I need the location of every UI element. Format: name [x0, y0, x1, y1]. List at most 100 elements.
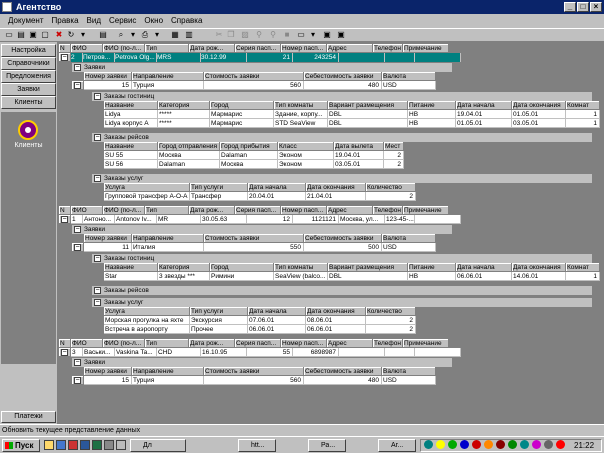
tray-icon-4[interactable] — [472, 440, 481, 449]
client-header-1-0[interactable]: N — [59, 206, 71, 215]
client-cell-2-4[interactable]: 16.10.95 — [201, 348, 247, 357]
menu-item-3[interactable]: Сервис — [105, 14, 140, 28]
hotels-header-1-7[interactable]: Дата окончания — [512, 101, 566, 110]
client-header-2-8[interactable]: Телефон — [373, 339, 403, 348]
client-cell-0-4[interactable]: 30.12.99 — [201, 53, 247, 62]
hotels-row-2-0-1[interactable]: 3 звезды *** — [158, 272, 210, 281]
order-row-2-1[interactable]: Турция — [132, 376, 204, 385]
order-row-1-4[interactable]: USD — [382, 243, 436, 252]
services-header-1-4[interactable]: Количество — [366, 183, 416, 192]
services-row-2-1-4[interactable]: 2 — [366, 325, 416, 334]
hotels-row-2-0-4[interactable]: DBL — [328, 272, 408, 281]
flights-row-1-1-3[interactable]: Эконом — [278, 160, 334, 169]
services-header-1-2[interactable]: Дата начала — [248, 183, 306, 192]
services-header-1-1[interactable]: Тип услуги — [190, 183, 248, 192]
hotels-header-1-5[interactable]: Питание — [408, 101, 456, 110]
menu-item-2[interactable]: Вид — [83, 14, 105, 28]
client-cell-2-8[interactable] — [385, 348, 415, 357]
order-expand-1[interactable]: − — [74, 244, 81, 251]
hotels-row-2-0-7[interactable]: 14.06.01 — [512, 272, 566, 281]
client-expand-0[interactable]: − — [61, 54, 68, 61]
nav-directories[interactable]: Справочники — [1, 57, 56, 70]
flights-row-1-0-2[interactable]: Dalaman — [220, 151, 278, 160]
client-header-2-3[interactable]: Тип — [145, 339, 189, 348]
order-row-1-3[interactable]: 500 — [304, 243, 382, 252]
client-cell-2-5[interactable]: 55 — [247, 348, 293, 357]
order-row-1-0[interactable]: 11 — [84, 243, 132, 252]
order-row-0-3[interactable]: 480 — [304, 81, 382, 90]
client-header-1-5[interactable]: Серия пасп... — [235, 206, 281, 215]
task-folder[interactable]: Дл — [130, 439, 186, 452]
services-row-1-0-3[interactable]: 21.04.01 — [306, 192, 366, 201]
nav-payments[interactable]: Платежи — [1, 411, 56, 423]
client-header-2-9[interactable]: Примечание — [403, 339, 449, 348]
flights-collapse-2[interactable]: − — [94, 287, 101, 294]
window-dropdown-icon[interactable]: ▾ — [308, 30, 318, 40]
order-row-0-4[interactable]: USD — [382, 81, 436, 90]
explorer-icon[interactable] — [44, 440, 54, 450]
services-row-2-0-3[interactable]: 08.06.01 — [306, 316, 366, 325]
client-cell-2-9[interactable] — [415, 348, 461, 357]
desktop-icon[interactable] — [116, 440, 126, 450]
client-cell-0-5[interactable]: 21 — [247, 53, 293, 62]
order-row-0-2[interactable]: 560 — [204, 81, 304, 90]
hotels-row-1-0-5[interactable]: HB — [408, 110, 456, 119]
hotels-row-2-0-6[interactable]: 06.06.01 — [456, 272, 512, 281]
client-header-1-4[interactable]: Дата рож... — [189, 206, 235, 215]
services-row-2-1-0[interactable]: Встреча в аэропорту — [104, 325, 190, 334]
delete-icon[interactable]: ✖ — [54, 30, 64, 40]
order-row-1-1[interactable]: Италия — [132, 243, 204, 252]
hotels-row-2-0-8[interactable]: 1 — [566, 272, 600, 281]
order-header-0-2[interactable]: Стоимость заявки — [204, 72, 304, 81]
client-header-0-9[interactable]: Примечание — [403, 44, 449, 53]
client-cell-1-6[interactable]: 1121121 — [293, 215, 339, 224]
client-header-2-4[interactable]: Дата рож... — [189, 339, 235, 348]
services-row-1-0-4[interactable]: 2 — [366, 192, 416, 201]
excel-icon[interactable] — [92, 440, 102, 450]
order-header-0-3[interactable]: Себестоимость заявки — [304, 72, 382, 81]
services-row-2-0-4[interactable]: 2 — [366, 316, 416, 325]
services-row-2-1-1[interactable]: Прочее — [190, 325, 248, 334]
client-header-1-1[interactable]: ФИО — [71, 206, 103, 215]
hotels-header-2-1[interactable]: Категория — [158, 263, 210, 272]
menu-item-1[interactable]: Правка — [48, 14, 83, 28]
hotels-collapse-1[interactable]: − — [94, 93, 101, 100]
services-header-2-3[interactable]: Дата окончания — [306, 307, 366, 316]
print-icon[interactable]: ⎙ — [140, 30, 150, 40]
services-row-2-0-2[interactable]: 07.06.01 — [248, 316, 306, 325]
client-expand-2[interactable]: − — [61, 349, 68, 356]
hotels-header-2-0[interactable]: Название — [104, 263, 158, 272]
tray-icon-7[interactable] — [508, 440, 517, 449]
menu-item-0[interactable]: Документ — [4, 14, 48, 28]
hotels-header-2-6[interactable]: Дата начала — [456, 263, 512, 272]
hotels-row-1-1-5[interactable]: HB — [408, 119, 456, 128]
master-detail-grid[interactable]: N ФИО ФИО (по-л... Тип Дата рож... Серия пасп… — [57, 42, 604, 424]
client-header-1-9[interactable]: Примечание — [403, 206, 449, 215]
tray-icon-1[interactable] — [436, 440, 445, 449]
client-cell-2-7[interactable] — [339, 348, 385, 357]
flights-row-1-0-3[interactable]: Эконом — [278, 151, 334, 160]
client-cell-0-9[interactable] — [415, 53, 461, 62]
search-icon[interactable]: ⌕ — [116, 30, 126, 40]
client-cell-0-6[interactable]: 243254 — [293, 53, 339, 62]
services-header-2-1[interactable]: Тип услуги — [190, 307, 248, 316]
client-header-0-7[interactable]: Адрес — [327, 44, 373, 53]
client-header-1-2[interactable]: ФИО (по-л... — [103, 206, 145, 215]
hotels-row-2-0-3[interactable]: SeaView (balco... — [274, 272, 328, 281]
tray-icon-2[interactable] — [448, 440, 457, 449]
print-dropdown-icon[interactable]: ▾ — [152, 30, 162, 40]
order-header-2-3[interactable]: Себестоимость заявки — [304, 367, 382, 376]
client-header-2-5[interactable]: Серия пасп... — [235, 339, 281, 348]
client-header-0-8[interactable]: Телефон — [373, 44, 403, 53]
hotels-header-1-3[interactable]: Тип комнаты — [274, 101, 328, 110]
hotels-header-1-1[interactable]: Категория — [158, 101, 210, 110]
client-header-0-5[interactable]: Серия пасп... — [235, 44, 281, 53]
tray-icon-8[interactable] — [520, 440, 529, 449]
client-cell-0-3[interactable]: MRS — [157, 53, 201, 62]
client-cell-0-2[interactable]: Petrova Olg... — [115, 53, 157, 62]
orders-collapse-2[interactable]: − — [74, 359, 81, 366]
cascade-icon[interactable]: ▣ — [336, 30, 346, 40]
client-cell-2-2[interactable]: Vaskina Ta... — [115, 348, 157, 357]
export-icon[interactable]: ▥ — [184, 30, 194, 40]
flights-header-1-2[interactable]: Город прибытия — [220, 142, 278, 151]
